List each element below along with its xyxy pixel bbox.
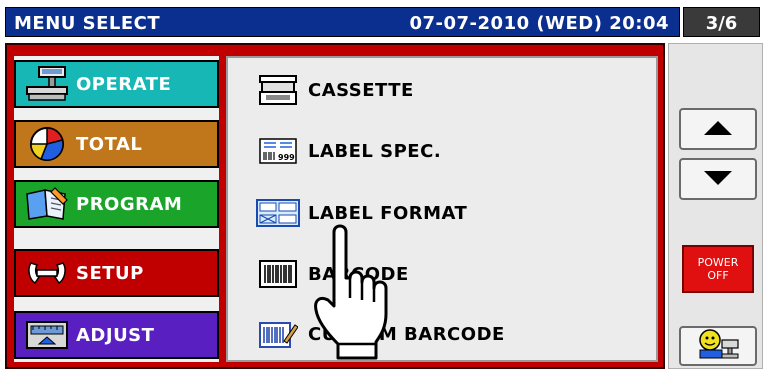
operator-button[interactable]: [679, 326, 757, 366]
power-label-line1: POWER: [697, 256, 739, 269]
scale-icon: [24, 64, 70, 104]
program-button[interactable]: PROGRAM: [14, 180, 219, 228]
operator-icon: [696, 328, 740, 364]
submenu-panel: CASSETTE 999 LABEL SPEC. LABEL FORMAT CU…: [226, 56, 658, 362]
screen-title: MENU SELECT: [14, 13, 161, 34]
adjust-gauge-icon: [24, 315, 70, 355]
operate-label: OPERATE: [76, 73, 172, 95]
total-label: TOTAL: [76, 133, 143, 155]
page-indicator: 3/6: [683, 7, 760, 37]
custom-barcode-icon: [250, 316, 306, 352]
adjust-button[interactable]: ADJUST: [14, 311, 219, 359]
wrench-icon: [24, 253, 70, 293]
power-label-line2: OFF: [707, 269, 729, 282]
cassette-label: CASSETTE: [308, 79, 414, 101]
setup-button[interactable]: SETUP: [14, 249, 219, 297]
power-off-button[interactable]: POWER OFF: [682, 245, 754, 293]
header-bar: MENU SELECT 07-07-2010 (WED) 20:04 3/6: [0, 0, 767, 40]
operate-button[interactable]: OPERATE: [14, 60, 219, 108]
triangle-up-icon: [704, 120, 732, 139]
adjust-label: ADJUST: [76, 324, 155, 346]
cassette-item[interactable]: CASSETTE: [250, 70, 414, 110]
pie-chart-icon: [24, 124, 70, 164]
svg-text:999: 999: [278, 153, 295, 162]
program-label: PROGRAM: [76, 193, 183, 215]
date-time-display: 07-07-2010 (WED) 20:04: [409, 13, 669, 34]
book-icon: [24, 184, 70, 224]
total-button[interactable]: TOTAL: [14, 120, 219, 168]
barcode-icon: [250, 256, 306, 292]
pointing-hand-icon: [306, 218, 406, 363]
side-panel: POWER OFF: [668, 43, 763, 369]
label-spec-label: LABEL SPEC.: [308, 140, 442, 162]
cassette-icon: [250, 72, 306, 108]
triangle-down-icon: [704, 170, 732, 189]
label-format-icon: [250, 195, 306, 231]
title-bar: MENU SELECT 07-07-2010 (WED) 20:04: [5, 7, 680, 37]
label-spec-item[interactable]: 999 LABEL SPEC.: [250, 131, 441, 171]
scroll-down-button[interactable]: [679, 158, 757, 200]
label-spec-icon: 999: [250, 133, 306, 169]
main-menu: OPERATE TOTAL PROGRAM SETUP ADJUST: [14, 56, 219, 362]
scroll-up-button[interactable]: [679, 108, 757, 150]
page-number: 3/6: [705, 13, 738, 34]
setup-label: SETUP: [76, 262, 144, 284]
